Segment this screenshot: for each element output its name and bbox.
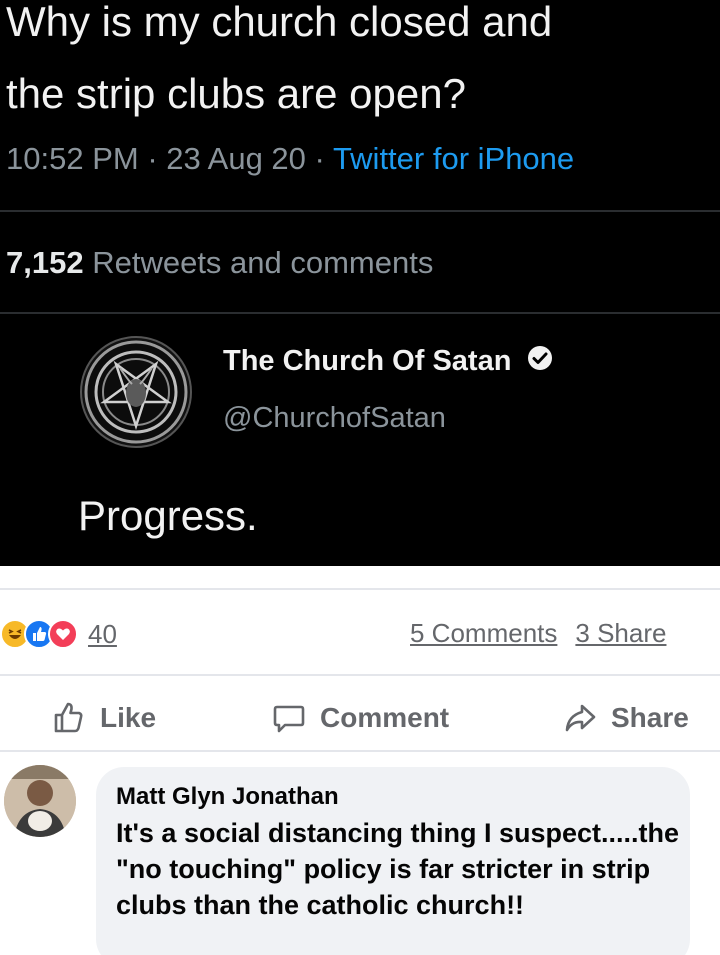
comment-label: Comment <box>320 702 450 733</box>
thumbs-up-icon <box>54 702 83 733</box>
quote-author-name: The Church Of Satan <box>223 345 512 377</box>
avatar-photo <box>4 765 76 837</box>
shares-count-link[interactable]: 3 Share <box>575 618 666 648</box>
tweet-card: Why is my church closed and the strip cl… <box>0 0 720 566</box>
commenter-avatar[interactable] <box>4 765 76 837</box>
tweet-source-link[interactable]: Twitter for iPhone <box>333 141 574 176</box>
post-divider <box>0 570 720 590</box>
tweet-text-line-1: Why is my church closed and <box>6 0 553 45</box>
meta-separator: · <box>314 141 325 176</box>
tweet-time: 10:52 PM <box>6 141 139 176</box>
comments-count-link[interactable]: 5 Comments <box>410 618 557 648</box>
verified-badge-icon <box>527 345 553 379</box>
divider <box>0 210 720 212</box>
tweet-text: Why is my church closed and the strip cl… <box>6 0 720 130</box>
share-button[interactable]: Share <box>563 698 689 738</box>
retweets-stat[interactable]: 7,152 Retweets and comments <box>6 245 433 281</box>
reactions-summary[interactable]: 40 <box>0 616 117 652</box>
tweet-text-line-2: the strip clubs are open? <box>6 70 466 117</box>
share-label: Share <box>611 702 689 733</box>
tweet-meta: 10:52 PM · 23 Aug 20 · Twitter for iPhon… <box>6 141 574 177</box>
divider <box>0 674 720 676</box>
comment-text: It's a social distancing thing I suspect… <box>116 818 680 920</box>
like-label: Like <box>100 702 157 733</box>
comment-author[interactable]: Matt Glyn Jonathan <box>116 783 339 811</box>
divider <box>0 750 720 752</box>
quote-avatar[interactable] <box>80 336 192 448</box>
comment-bubble-icon <box>273 705 305 733</box>
reaction-count[interactable]: 40 <box>88 619 117 650</box>
quote-text: Progress. <box>78 492 258 539</box>
divider <box>0 312 720 314</box>
post-stats: 5 Comments 3 Share <box>410 618 684 649</box>
comment-button[interactable]: Comment <box>272 698 449 738</box>
like-button[interactable]: Like <box>52 698 156 738</box>
retweets-label: Retweets and comments <box>92 245 434 280</box>
retweets-count: 7,152 <box>6 245 84 280</box>
love-reaction-icon <box>48 619 78 649</box>
quote-handle[interactable]: @ChurchofSatan <box>223 402 446 435</box>
meta-separator: · <box>147 141 158 176</box>
tweet-date: 23 Aug 20 <box>166 141 306 176</box>
sigil-of-baphomet-icon <box>84 340 188 444</box>
share-arrow-icon <box>565 704 596 732</box>
quote-author[interactable]: The Church Of Satan <box>223 345 553 379</box>
